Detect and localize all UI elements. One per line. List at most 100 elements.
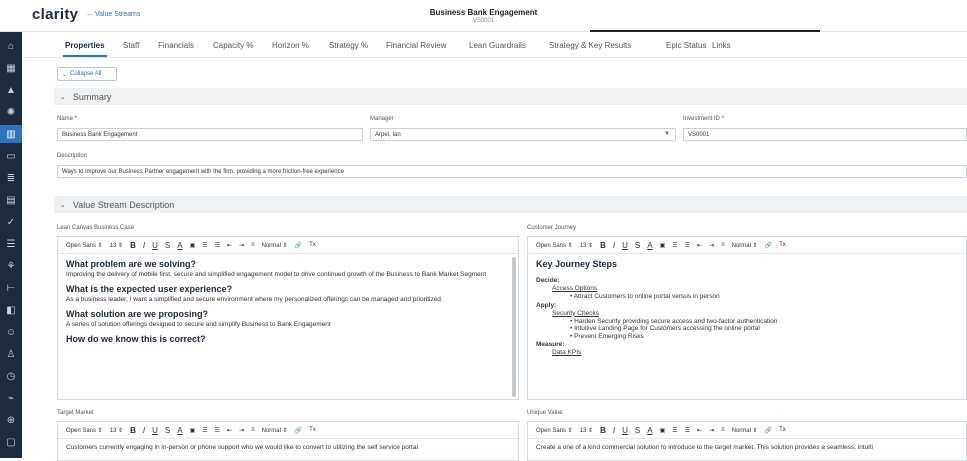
tab-epic-status[interactable]: Epic Status [666,41,706,50]
paragraph-style-select[interactable]: Normal ⇕ [732,427,758,434]
paragraph-style-select[interactable]: Normal ⇕ [262,242,288,249]
bullet-list-icon[interactable]: ☰ [685,242,690,249]
tab-financial-review[interactable]: Financial Review [386,41,446,50]
clear-format-icon[interactable]: Tx [779,242,786,248]
bullet-list-icon[interactable]: ☰ [215,427,220,434]
strikethrough-button[interactable]: S [635,426,640,435]
tab-staff[interactable]: Staff [123,41,139,50]
paragraph-style-select[interactable]: Normal ⇕ [732,242,758,249]
manager-select[interactable]: Arpel, Ian [370,128,676,141]
link-icon[interactable]: 🔗 [765,427,772,434]
link-icon[interactable]: 🔗 [295,427,302,434]
value-stream-description-header[interactable]: ⌄ Value Stream Description [54,196,967,213]
bold-button[interactable]: B [600,426,606,435]
name-field[interactable]: Business Bank Engagement [57,128,363,141]
underline-button[interactable]: U [152,241,158,250]
outdent-icon[interactable]: ⇤ [697,242,702,249]
ordered-list-icon[interactable]: ☰ [202,427,207,434]
ordered-list-icon[interactable]: ☰ [672,427,677,434]
strikethrough-button[interactable]: S [165,241,170,250]
strikethrough-button[interactable]: S [635,241,640,250]
scrollbar[interactable] [512,257,516,397]
tab-strategy[interactable]: Strategy % [329,41,368,50]
portfolio-icon[interactable]: ◧ [0,301,22,319]
italic-button[interactable]: I [143,426,145,435]
font-family-select[interactable]: Open Sans ⇕ [536,427,573,434]
underline-button[interactable]: U [152,426,158,435]
italic-button[interactable]: I [143,241,145,250]
align-icon[interactable]: ≡ [721,427,725,433]
font-family-select[interactable]: Open Sans ⇕ [536,242,573,249]
italic-button[interactable]: I [613,241,615,250]
lean-canvas-editor[interactable]: Open Sans ⇕ 13 ⇕ B I U S A ▣ ☰ ☰ ⇤ ⇥ ≡ Normal ⇕ 🔗 Tx Wh… [57,236,519,400]
font-size-select[interactable]: 13 ⇕ [110,427,123,434]
align-icon[interactable]: ≡ [251,427,255,433]
tab-properties[interactable]: Properties [63,41,107,57]
paragraph-style-select[interactable]: Normal ⇕ [262,427,288,434]
highlight-icon[interactable]: ▣ [190,242,196,249]
org-chart-icon[interactable]: ⚘ [0,257,22,275]
font-size-select[interactable]: 13 ⇕ [110,242,123,249]
description-field[interactable]: Ways to improve our Business Partner eng… [57,165,967,178]
indent-icon[interactable]: ⇥ [709,427,714,434]
outdent-icon[interactable]: ⇤ [697,427,702,434]
sun-icon[interactable]: ✺ [0,103,22,121]
align-icon[interactable]: ≡ [721,242,725,248]
summary-section-header[interactable]: ⌄ Summary [54,88,967,105]
highlight-icon[interactable]: ▣ [660,242,666,249]
list-check-icon[interactable]: ☰ [0,235,22,253]
editor-body[interactable]: Customers currently engaging in in-perso… [58,439,518,460]
indent-icon[interactable]: ⇥ [239,242,244,249]
target-market-editor[interactable]: Open Sans ⇕ 13 ⇕ B I U S A ▣ ☰ ☰ ⇤ ⇥ ≡ Normal ⇕ 🔗 Tx Cu… [57,421,519,461]
text-color-button[interactable]: A [647,241,652,250]
clock-icon[interactable]: ◷ [0,367,22,385]
bold-button[interactable]: B [130,241,136,250]
document-icon[interactable]: ▤ [0,191,22,209]
data-kpis-link[interactable]: Data KPIs [552,349,958,357]
ordered-list-icon[interactable]: ☰ [672,242,677,249]
tab-lean-guardrails[interactable]: Lean Guardrails [469,41,526,50]
mountain-icon[interactable]: ▲ [0,81,22,99]
tab-links[interactable]: Links [712,41,731,50]
align-icon[interactable]: ≡ [251,242,255,248]
tab-strategy-key-results[interactable]: Strategy & Key Results [549,41,631,50]
message-icon[interactable]: ▢ [0,433,22,451]
editor-body[interactable]: What problem are we solving? Improving t… [58,254,518,399]
collapse-all-button[interactable]: ⌄ Collapse All [57,67,117,81]
clear-format-icon[interactable]: Tx [309,427,316,433]
editor-body[interactable]: Create a one of a kind commercial soluti… [528,439,966,460]
link-icon[interactable]: 🔗 [295,242,302,249]
home-icon[interactable]: ⌂ [0,37,22,55]
link-icon[interactable]: 🔗 [765,242,772,249]
ordered-list-icon[interactable]: ☰ [202,242,207,249]
font-size-select[interactable]: 13 ⇕ [580,242,593,249]
outdent-icon[interactable]: ⇤ [227,427,232,434]
tab-financials[interactable]: Financials [158,41,194,50]
bullet-list-icon[interactable]: ☰ [685,427,690,434]
person-settings-icon[interactable]: ♙ [0,345,22,363]
tab-horizon[interactable]: Horizon % [272,41,309,50]
indent-icon[interactable]: ⇥ [239,427,244,434]
link-icon[interactable]: ⌁ [0,389,22,407]
tab-capacity[interactable]: Capacity % [213,41,253,50]
outdent-icon[interactable]: ⇤ [227,242,232,249]
italic-button[interactable]: I [613,426,615,435]
bold-button[interactable]: B [600,241,606,250]
strikethrough-button[interactable]: S [165,426,170,435]
clear-format-icon[interactable]: Tx [309,242,316,248]
people-icon[interactable]: ☺ [0,323,22,341]
underline-button[interactable]: U [622,241,628,250]
indent-icon[interactable]: ⇥ [709,242,714,249]
clear-format-icon[interactable]: Tx [779,427,786,433]
unique-value-editor[interactable]: Open Sans ⇕ 13 ⇕ B I U S A ▣ ☰ ☰ ⇤ ⇥ ≡ Normal ⇕ 🔗 Tx Cr… [527,421,967,461]
highlight-icon[interactable]: ▣ [190,427,196,434]
highlight-icon[interactable]: ▣ [660,427,666,434]
customer-journey-editor[interactable]: Open Sans ⇕ 13 ⇕ B I U S A ▣ ☰ ☰ ⇤ ⇥ ≡ Normal ⇕ 🔗 Tx Ke… [527,236,967,400]
security-checks-link[interactable]: Security Checks [552,310,958,318]
text-color-button[interactable]: A [177,241,182,250]
text-color-button[interactable]: A [177,426,182,435]
bold-button[interactable]: B [130,426,136,435]
monitor-icon[interactable]: ▭ [0,147,22,165]
caret-down-icon[interactable]: ▼ [664,131,670,137]
grid-icon[interactable]: ▦ [0,59,22,77]
